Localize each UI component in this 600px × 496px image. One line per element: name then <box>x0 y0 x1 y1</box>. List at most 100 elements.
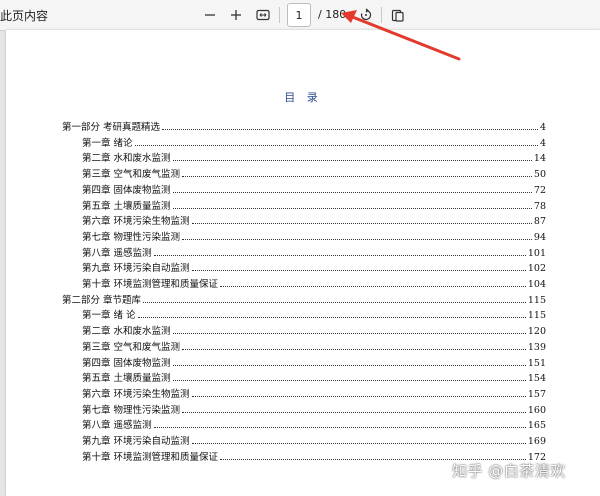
rotate-button[interactable] <box>357 5 375 25</box>
page-number-input[interactable]: 1 <box>287 3 311 27</box>
toc-entry-label: 第八章 遥感监测 <box>82 420 152 432</box>
toc-entry-label: 第八章 遥感监测 <box>82 247 152 259</box>
toc-chapter-entry[interactable]: 第九章 环境污染自动监测 169 <box>82 432 546 447</box>
toc-heading: 目 录 <box>284 91 322 104</box>
toc-entry-page: 87 <box>533 216 546 228</box>
toc-leader-dots <box>182 238 532 240</box>
toc-leader-dots <box>153 254 526 256</box>
toc-entry-page: 14 <box>533 153 546 165</box>
fit-width-button[interactable] <box>254 5 272 25</box>
toc-chapter-entry[interactable]: 第六章 环境污染生物监测 87 <box>82 212 546 227</box>
toc-entry-label: 第六章 环境污染生物监测 <box>82 216 190 228</box>
toc-entry-label: 第三章 空气和废气监测 <box>82 341 181 353</box>
toc-leader-dots <box>191 443 526 444</box>
toc-entry-page: 160 <box>527 404 546 416</box>
toc-part-entry[interactable]: 第一部分 考研真题精选 4 <box>62 118 546 133</box>
toc-chapter-entry[interactable]: 第八章 遥感监测 165 <box>82 416 546 431</box>
toc-leader-dots <box>172 207 532 209</box>
toc-leader-dots <box>220 286 526 287</box>
toc-chapter-entry[interactable]: 第八章 遥感监测 101 <box>82 244 546 259</box>
toc-entry-label: 第十章 环境监测管理和质量保证 <box>82 279 219 290</box>
watermark: 知乎 @白茶清欢 <box>452 462 566 480</box>
toc-entry-page: 72 <box>533 184 546 196</box>
toc-chapter-entry[interactable]: 第七章 物理性污染监测 160 <box>82 401 546 416</box>
toc-entry-page: 101 <box>527 247 546 259</box>
toc-entry-label: 第十章 环境监测管理和质量保证 <box>82 451 219 463</box>
toc-chapter-entry[interactable]: 第四章 固体废物监测 72 <box>82 181 546 196</box>
toc-entry-page: 102 <box>527 263 546 275</box>
page-view-icon <box>391 9 404 22</box>
toc-entry-label: 第二章 水和废水监测 <box>82 153 171 165</box>
toc-entry-label: 第七章 物理性污染监测 <box>82 231 181 243</box>
toc-chapter-entry[interactable]: 第五章 土壤质量监测 78 <box>82 197 546 212</box>
toc-entry-label: 第五章 土壤质量监测 <box>82 373 171 385</box>
toc-entry-page: 165 <box>527 420 546 432</box>
toc-entry-page: 4 <box>539 137 546 149</box>
toc-chapter-entry[interactable]: 第七章 物理性污染监测 94 <box>82 228 546 243</box>
plus-icon <box>231 10 241 20</box>
toc-entry-page: 50 <box>533 169 546 181</box>
toc-entry-label: 第五章 土壤质量监测 <box>82 200 171 212</box>
toc-leader-dots <box>172 160 532 162</box>
toc-leader-dots <box>182 411 526 413</box>
toc-entry-label: 第一部分 考研真题精选 <box>62 122 161 133</box>
document-page: 目 录 第一部分 考研真题精选 4 第一章 绪论 4 第二章 水和废水监测 14 第三章 空… <box>6 30 600 496</box>
toc-leader-dots <box>134 144 538 146</box>
toc-leader-dots <box>182 176 532 178</box>
toc-leader-dots <box>153 427 526 429</box>
toc-entry-page: 169 <box>527 436 546 447</box>
toc-leader-dots <box>137 317 526 319</box>
toc-leader-dots <box>172 364 526 366</box>
toc-entry-label: 第三章 空气和废气监测 <box>82 169 181 181</box>
toc-chapter-entry[interactable]: 第三章 空气和废气监测 50 <box>82 165 546 180</box>
toc-entry-page: 78 <box>533 200 546 212</box>
toc-chapter-entry[interactable]: 第一章 绪论 4 <box>82 134 546 149</box>
toc-entry-page: 115 <box>527 294 546 306</box>
toolbar-divider <box>279 7 280 23</box>
toc-chapter-entry[interactable]: 第九章 环境污染自动监测 102 <box>82 259 546 274</box>
toc-entry-label: 第四章 固体废物监测 <box>82 184 171 196</box>
toc-entry-label: 第六章 环境污染生物监测 <box>82 388 190 400</box>
toc-entry-page: 4 <box>539 122 546 133</box>
toc-chapter-entry[interactable]: 第四章 固体废物监测 151 <box>82 354 546 369</box>
pdf-toolbar: 此页内容 1 / 180 <box>0 0 600 31</box>
toc-leader-dots <box>143 301 526 303</box>
toolbar-divider <box>381 7 382 23</box>
toc-entry-page: 151 <box>527 357 546 369</box>
toolbar-title: 此页内容 <box>0 9 49 23</box>
toc-chapter-entry[interactable]: 第五章 土壤质量监测 154 <box>82 369 546 384</box>
toc-chapter-entry[interactable]: 第十章 环境监测管理和质量保证 104 <box>82 275 546 290</box>
toc-chapter-entry[interactable]: 第一章 绪 论 115 <box>82 306 546 321</box>
toc-entry-label: 第二章 水和废水监测 <box>82 326 171 338</box>
toc-entry-label: 第七章 物理性污染监测 <box>82 404 181 416</box>
toc-chapter-entry[interactable]: 第三章 空气和废气监测 139 <box>82 338 546 353</box>
toc-entry-page: 154 <box>527 373 546 385</box>
toc-leader-dots <box>191 223 532 225</box>
toc-entry-page: 94 <box>533 231 546 243</box>
toc-entry-label: 第四章 固体废物监测 <box>82 357 171 369</box>
toc-entry-label: 第一章 绪论 <box>82 137 133 149</box>
toc-leader-dots <box>191 270 526 272</box>
toc-leader-dots <box>162 129 538 130</box>
zoom-out-button[interactable] <box>201 5 219 25</box>
fit-width-icon <box>256 9 270 21</box>
rotate-icon <box>360 8 372 21</box>
toc-leader-dots <box>172 333 526 335</box>
toc-chapter-entry[interactable]: 第六章 环境污染生物监测 157 <box>82 385 546 400</box>
toc-leader-dots <box>191 395 526 397</box>
toc-entry-label: 第九章 环境污染自动监测 <box>82 263 190 275</box>
toc-chapter-entry[interactable]: 第二章 水和废水监测 14 <box>82 149 546 164</box>
toc-entry-page: 104 <box>527 279 546 290</box>
toc-entry-page: 120 <box>527 326 546 338</box>
toc-entry-page: 157 <box>527 388 546 400</box>
page-view-button[interactable] <box>389 5 407 25</box>
page-total-label: / 180 <box>318 8 347 21</box>
toc-leader-dots <box>182 348 526 350</box>
toc-leader-dots <box>172 380 526 382</box>
toc-entry-page: 139 <box>527 341 546 353</box>
toc-leader-dots <box>172 191 532 193</box>
minus-icon <box>205 14 215 16</box>
toc-part-entry[interactable]: 第二部分 章节题库 115 <box>62 291 546 306</box>
toc-chapter-entry[interactable]: 第二章 水和废水监测 120 <box>82 322 546 337</box>
zoom-in-button[interactable] <box>227 5 245 25</box>
